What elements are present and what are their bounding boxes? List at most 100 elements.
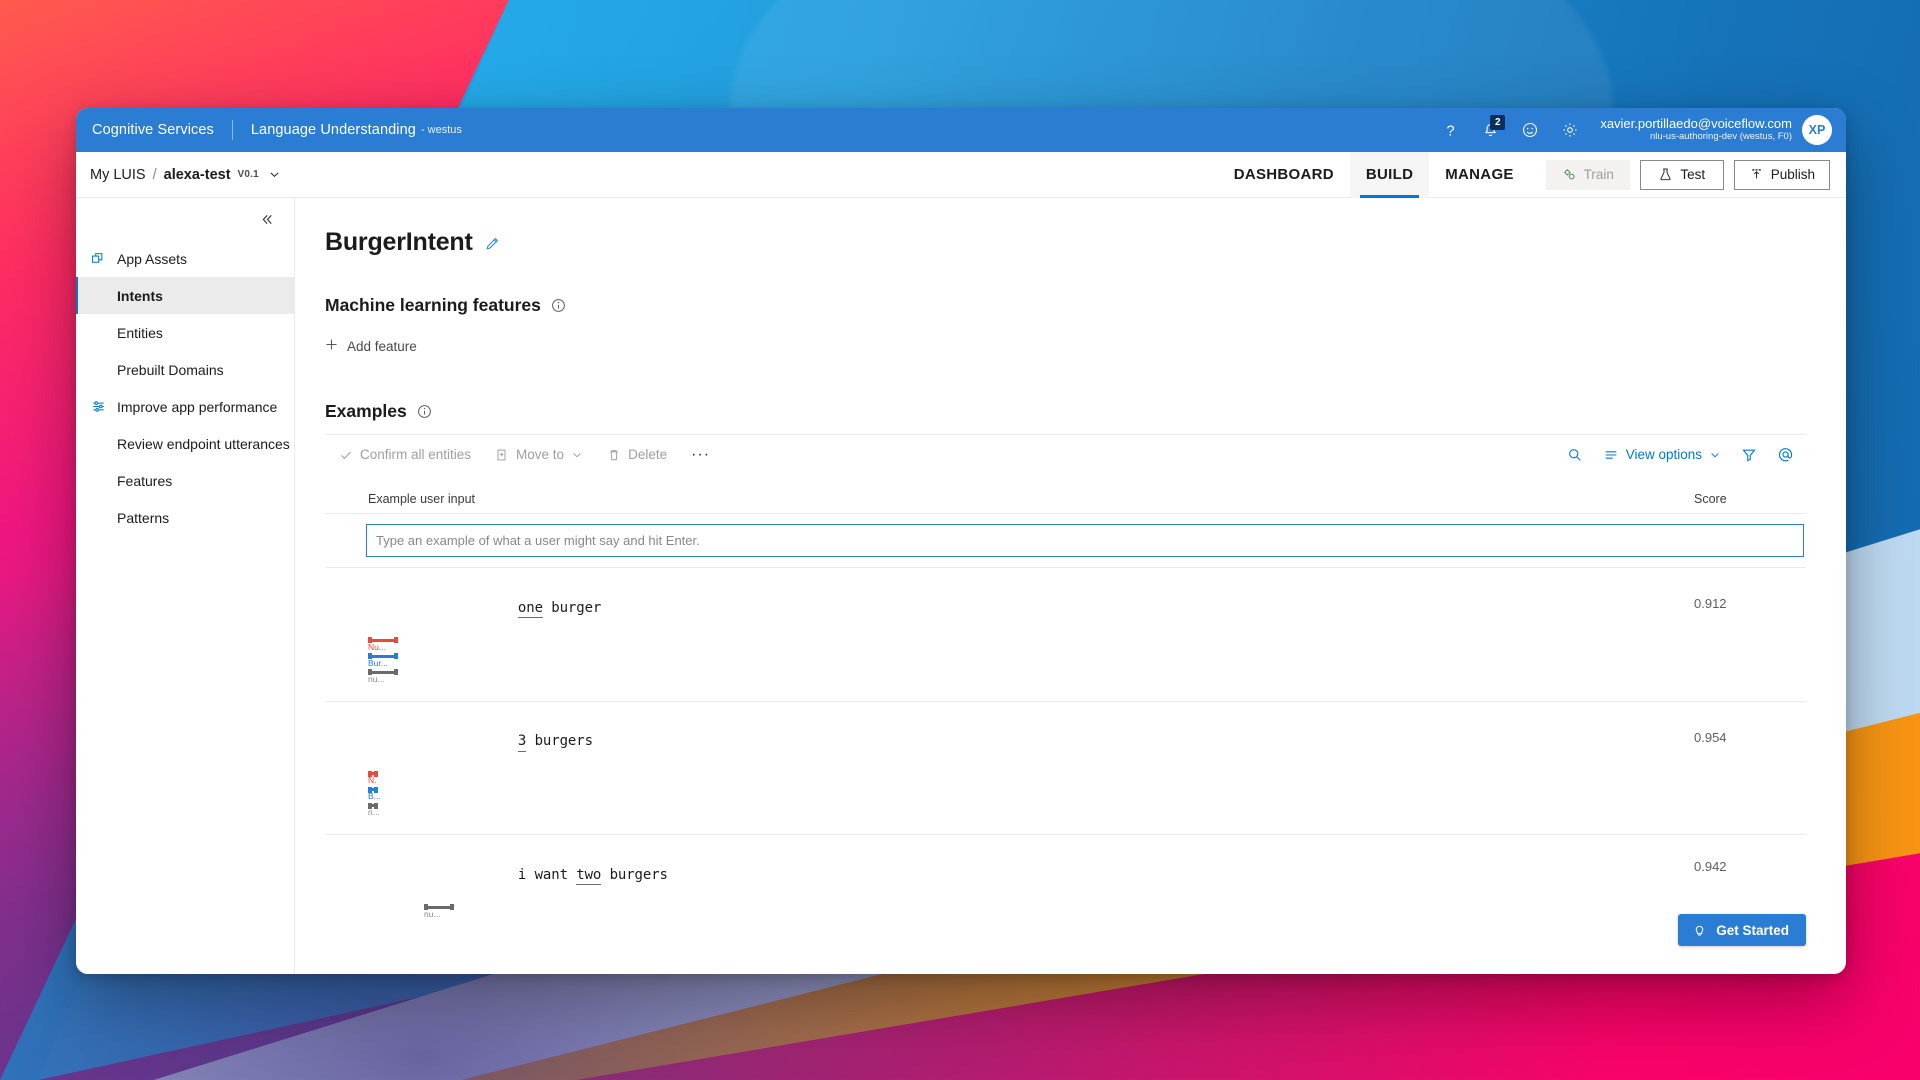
view-options-button[interactable]: View options xyxy=(1593,435,1731,474)
move-to-label: Move to xyxy=(516,447,564,462)
pencil-icon[interactable] xyxy=(485,235,501,251)
examples-heading: Examples xyxy=(325,401,1806,422)
chevron-down-icon xyxy=(571,449,583,461)
test-button[interactable]: Test xyxy=(1640,160,1724,190)
nav-action-buttons: Train Test xyxy=(1546,160,1830,190)
check-icon xyxy=(339,448,353,462)
ml-features-heading: Machine learning features xyxy=(325,295,1806,316)
entity-view-button[interactable] xyxy=(1767,435,1804,474)
add-feature-button[interactable]: Add feature xyxy=(325,338,417,355)
entity-annotation[interactable]: n... xyxy=(368,804,1684,818)
entity-annotation[interactable]: N. xyxy=(368,772,1684,786)
utterance-cell[interactable]: 3 burgers N. B... xyxy=(327,716,1684,821)
entity-bar xyxy=(368,772,378,775)
search-button[interactable] xyxy=(1557,435,1593,474)
sidebar-item-intents[interactable]: Intents xyxy=(76,277,294,314)
notification-badge: 2 xyxy=(1490,115,1505,130)
entity-bar xyxy=(368,671,398,674)
ml-features-section: Machine learning features Add featu xyxy=(325,295,1806,356)
search-icon xyxy=(1567,447,1583,463)
tab-dashboard[interactable]: DASHBOARD xyxy=(1218,152,1350,198)
avatar[interactable]: XP xyxy=(1802,115,1832,145)
sidebar-item-label: Review endpoint utterances xyxy=(117,436,290,452)
utterance-token[interactable]: burger xyxy=(543,600,601,618)
confirm-all-entities-button[interactable]: Confirm all entities xyxy=(327,435,483,474)
list-icon xyxy=(1603,447,1619,463)
confirm-all-entities-label: Confirm all entities xyxy=(360,447,471,462)
brand-cognitive-services[interactable]: Cognitive Services xyxy=(92,122,214,138)
sidebar-item-patterns[interactable]: Patterns xyxy=(76,499,294,536)
sidebar-item-review-endpoint-utterances[interactable]: Review endpoint utterances xyxy=(76,425,294,462)
new-utterance-input[interactable] xyxy=(366,524,1804,557)
page-title: BurgerIntent xyxy=(325,228,473,257)
bell-icon[interactable]: 2 xyxy=(1470,108,1510,152)
chevron-down-icon xyxy=(1709,449,1721,461)
sidebar-item-label: Improve app performance xyxy=(117,399,277,415)
entity-annotation[interactable]: nu... xyxy=(368,671,1684,685)
utterance-token[interactable]: i want xyxy=(518,867,576,885)
sidebar-item-improve-app-performance[interactable]: Improve app performance xyxy=(76,388,294,425)
sidebar-item-prebuilt-domains[interactable]: Prebuilt Domains xyxy=(76,351,294,388)
publish-label: Publish xyxy=(1771,167,1815,182)
sidebar-item-features[interactable]: Features xyxy=(76,462,294,499)
utterance-score: 0.912 xyxy=(1684,582,1804,611)
utterance-token[interactable]: 3 xyxy=(518,733,526,752)
sidebar-item-entities[interactable]: Entities xyxy=(76,314,294,351)
svg-text:?: ? xyxy=(1446,123,1454,138)
utterance-token[interactable]: burgers xyxy=(601,867,668,885)
utterance-token[interactable]: one xyxy=(518,600,543,619)
breadcrumb-app-name[interactable]: alexa-test xyxy=(164,167,231,183)
brand-region: - westus xyxy=(421,124,462,136)
main-content: BurgerIntent Machine learning features xyxy=(295,198,1846,974)
delete-button[interactable]: Delete xyxy=(595,435,679,474)
user-text: xavier.portillaedo@voiceflow.com nlu-us-… xyxy=(1600,117,1792,143)
gears-icon xyxy=(1562,167,1577,182)
utterance-cell[interactable]: one burger Nu... Bur... xyxy=(327,582,1684,687)
filter-button[interactable] xyxy=(1731,435,1767,474)
help-icon[interactable]: ? xyxy=(1430,108,1470,152)
table-row[interactable]: i want two burgers nu... 0.942 xyxy=(325,834,1806,936)
overflow-menu-button[interactable]: ··· xyxy=(679,446,722,464)
brand-area[interactable]: Cognitive Services Language Understandin… xyxy=(92,120,462,140)
user-subscription: nlu-us-authoring-dev (westus, F0) xyxy=(1600,132,1792,143)
move-to-button[interactable]: Move to xyxy=(483,435,595,474)
ml-features-title: Machine learning features xyxy=(325,295,541,316)
get-started-button[interactable]: Get Started xyxy=(1678,914,1806,946)
entity-annotation[interactable]: Bur... xyxy=(368,655,1684,669)
tab-build[interactable]: BUILD xyxy=(1350,152,1429,198)
entity-label: Bur... xyxy=(368,658,1684,669)
brand-product-name[interactable]: Language Understanding xyxy=(251,122,416,138)
column-header-example-user-input: Example user input xyxy=(327,492,1684,506)
get-started-label: Get Started xyxy=(1716,923,1789,938)
double-chevron-left-icon[interactable] xyxy=(256,208,278,230)
smiley-icon[interactable] xyxy=(1510,108,1550,152)
entity-label: n... xyxy=(368,807,1684,818)
left-sidebar: App Assets Intents Entities Prebuilt Dom… xyxy=(76,198,295,974)
publish-icon xyxy=(1749,167,1764,182)
entity-annotation[interactable]: B... xyxy=(368,788,1684,802)
flask-icon xyxy=(1658,167,1673,182)
utterance-token[interactable]: two xyxy=(576,867,601,886)
chevron-down-icon[interactable] xyxy=(268,168,281,181)
publish-button[interactable]: Publish xyxy=(1734,160,1830,190)
get-started-wrap: Get Started xyxy=(1678,914,1806,946)
info-icon[interactable] xyxy=(417,404,432,419)
entity-annotation[interactable]: nu... xyxy=(424,906,1684,920)
info-icon[interactable] xyxy=(551,298,566,313)
entity-annotation[interactable]: Nu... xyxy=(368,639,1684,653)
table-row[interactable]: 3 burgers N. B... xyxy=(325,701,1806,835)
tab-manage[interactable]: MANAGE xyxy=(1429,152,1529,198)
utterance-cell[interactable]: i want two burgers nu... xyxy=(327,849,1684,922)
utterance-token[interactable]: burgers xyxy=(526,733,593,751)
table-row[interactable]: one burger Nu... Bur... xyxy=(325,567,1806,701)
gear-icon[interactable] xyxy=(1550,108,1590,152)
sidebar-item-label: Prebuilt Domains xyxy=(117,362,224,378)
sidebar-item-app-assets[interactable]: App Assets xyxy=(76,240,294,277)
examples-table: Example user input Score one burger xyxy=(325,480,1806,936)
user-account-block[interactable]: xavier.portillaedo@voiceflow.com nlu-us-… xyxy=(1600,115,1832,145)
entity-label: Nu... xyxy=(368,642,1684,653)
breadcrumb-root[interactable]: My LUIS xyxy=(90,167,146,183)
entity-label: B... xyxy=(368,791,1684,802)
examples-section: Examples xyxy=(325,401,1806,936)
train-button[interactable]: Train xyxy=(1546,160,1630,190)
